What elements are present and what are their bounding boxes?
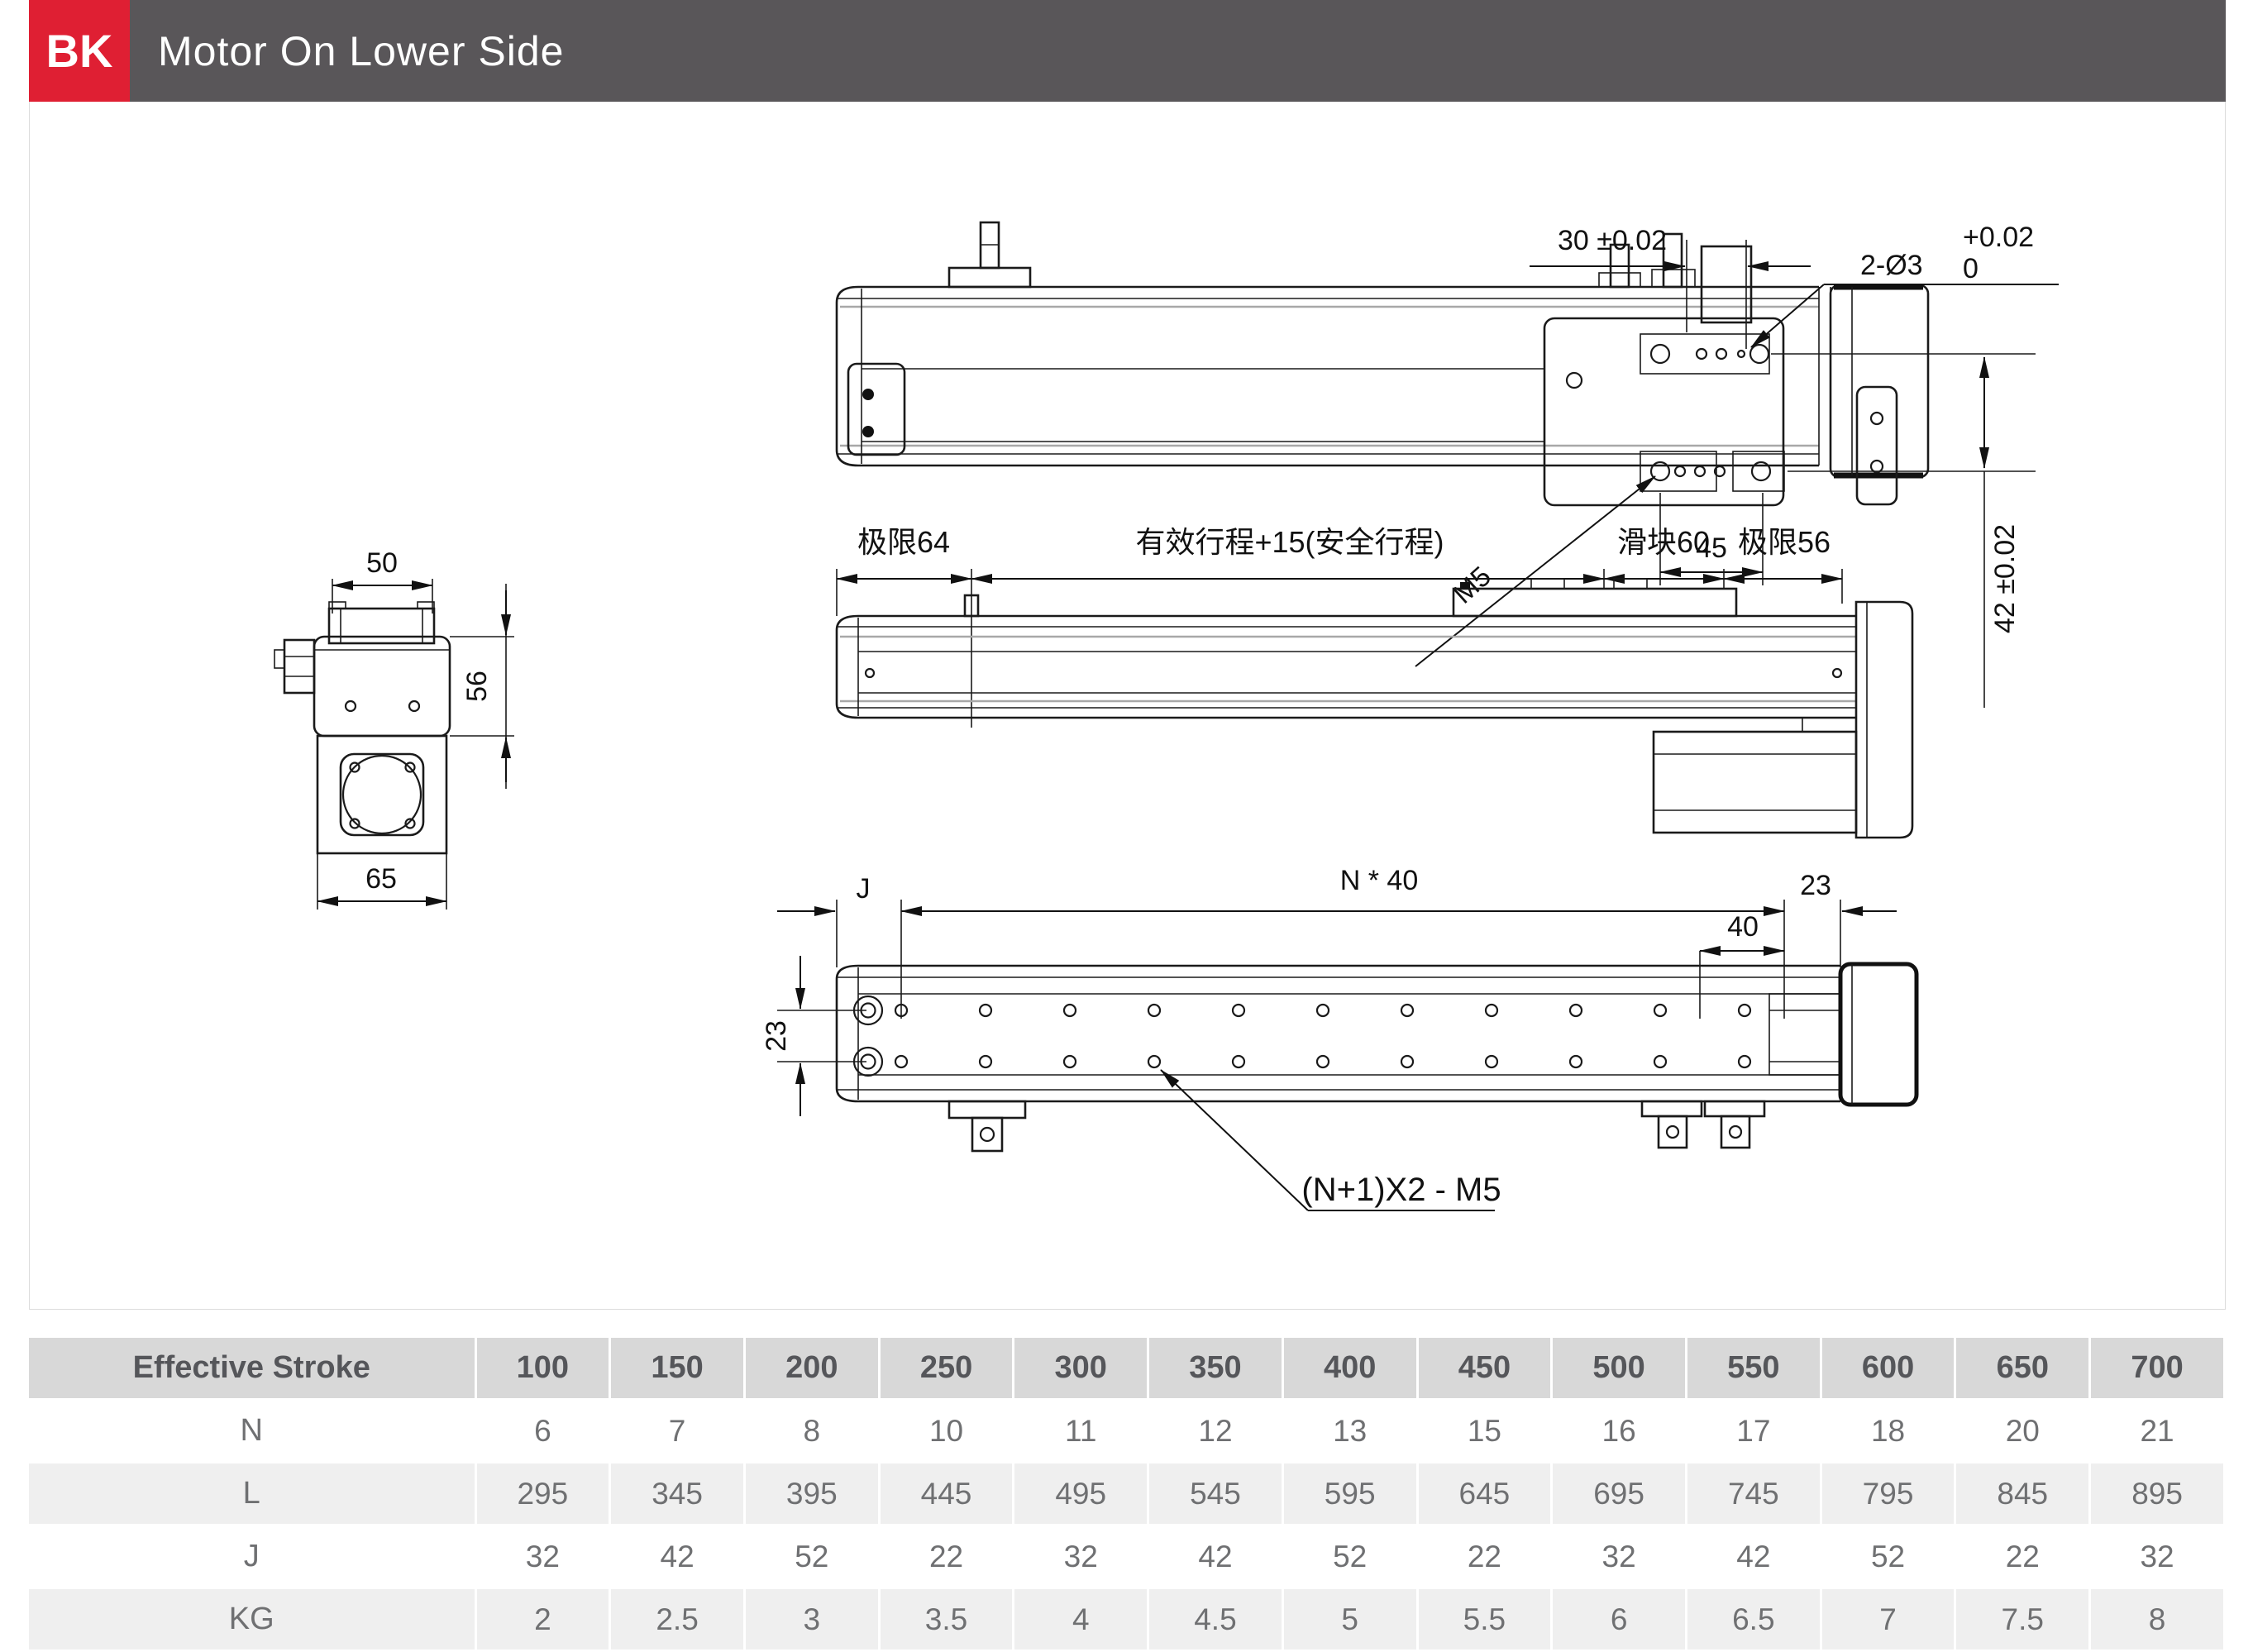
cell-L-450: 645 <box>1417 1463 1552 1525</box>
cell-KG-200: 3 <box>744 1588 879 1651</box>
row-label-J: J <box>29 1525 475 1588</box>
col-header-stroke-350: 350 <box>1148 1338 1283 1400</box>
table-row-L: L295345395445495545595645695745795845895 <box>29 1463 2225 1525</box>
cell-J-450: 22 <box>1417 1525 1552 1588</box>
cell-KG-600: 7 <box>1821 1588 1955 1651</box>
col-header-stroke-250: 250 <box>879 1338 1014 1400</box>
cell-KG-500: 6 <box>1552 1588 1687 1651</box>
cell-L-300: 495 <box>1014 1463 1148 1525</box>
row-label-N: N <box>29 1400 475 1463</box>
cell-KG-550: 6.5 <box>1686 1588 1821 1651</box>
row-label-L: L <box>29 1463 475 1525</box>
cell-J-550: 42 <box>1686 1525 1821 1588</box>
cell-J-250: 22 <box>879 1525 1014 1588</box>
cell-KG-350: 4.5 <box>1148 1588 1283 1651</box>
cell-L-150: 345 <box>610 1463 745 1525</box>
cell-J-500: 32 <box>1552 1525 1687 1588</box>
col-header-stroke-550: 550 <box>1686 1338 1821 1400</box>
col-header-stroke-700: 700 <box>2090 1338 2225 1400</box>
cell-N-650: 20 <box>1955 1400 2090 1463</box>
cell-N-250: 10 <box>879 1400 1014 1463</box>
col-header-stroke-650: 650 <box>1955 1338 2090 1400</box>
cell-L-700: 895 <box>2090 1463 2225 1525</box>
cell-KG-250: 3.5 <box>879 1588 1014 1651</box>
cell-N-700: 21 <box>2090 1400 2225 1463</box>
cell-L-100: 295 <box>475 1463 610 1525</box>
cell-N-200: 8 <box>744 1400 879 1463</box>
cell-KG-150: 2.5 <box>610 1588 745 1651</box>
col-header-effective-stroke: Effective Stroke <box>29 1338 475 1400</box>
row-label-KG: KG <box>29 1588 475 1651</box>
series-badge: BK <box>29 0 130 102</box>
col-header-stroke-450: 450 <box>1417 1338 1552 1400</box>
cell-J-650: 22 <box>1955 1525 2090 1588</box>
page-title: Motor On Lower Side <box>130 0 564 102</box>
cell-N-500: 16 <box>1552 1400 1687 1463</box>
cell-N-350: 12 <box>1148 1400 1283 1463</box>
cell-L-400: 595 <box>1282 1463 1417 1525</box>
col-header-stroke-100: 100 <box>475 1338 610 1400</box>
cell-KG-300: 4 <box>1014 1588 1148 1651</box>
cell-L-600: 795 <box>1821 1463 1955 1525</box>
cell-KG-700: 8 <box>2090 1588 2225 1651</box>
cell-N-550: 17 <box>1686 1400 1821 1463</box>
cell-KG-450: 5.5 <box>1417 1588 1552 1651</box>
cell-J-600: 52 <box>1821 1525 1955 1588</box>
cell-KG-650: 7.5 <box>1955 1588 2090 1651</box>
cell-L-350: 545 <box>1148 1463 1283 1525</box>
col-header-stroke-400: 400 <box>1282 1338 1417 1400</box>
table-row-J: J32425222324252223242522232 <box>29 1525 2225 1588</box>
cell-N-600: 18 <box>1821 1400 1955 1463</box>
cell-N-100: 6 <box>475 1400 610 1463</box>
cell-N-400: 13 <box>1282 1400 1417 1463</box>
cell-N-450: 15 <box>1417 1400 1552 1463</box>
cell-J-350: 42 <box>1148 1525 1283 1588</box>
drawing-panel <box>29 102 2226 1310</box>
cell-J-400: 52 <box>1282 1525 1417 1588</box>
page-header: BK Motor On Lower Side <box>29 0 2226 102</box>
cell-J-300: 32 <box>1014 1525 1148 1588</box>
cell-J-700: 32 <box>2090 1525 2225 1588</box>
table-row-N: N67810111213151617182021 <box>29 1400 2225 1463</box>
cell-J-150: 42 <box>610 1525 745 1588</box>
cell-L-650: 845 <box>1955 1463 2090 1525</box>
spec-table: Effective Stroke100150200250300350400450… <box>29 1338 2226 1652</box>
cell-J-100: 32 <box>475 1525 610 1588</box>
cell-L-250: 445 <box>879 1463 1014 1525</box>
col-header-stroke-200: 200 <box>744 1338 879 1400</box>
cell-KG-400: 5 <box>1282 1588 1417 1651</box>
cell-J-200: 52 <box>744 1525 879 1588</box>
col-header-stroke-300: 300 <box>1014 1338 1148 1400</box>
spec-table-header: Effective Stroke100150200250300350400450… <box>29 1338 2225 1400</box>
cell-N-150: 7 <box>610 1400 745 1463</box>
col-header-stroke-600: 600 <box>1821 1338 1955 1400</box>
cell-KG-100: 2 <box>475 1588 610 1651</box>
table-row-KG: KG22.533.544.555.566.577.58 <box>29 1588 2225 1651</box>
cell-L-200: 395 <box>744 1463 879 1525</box>
col-header-stroke-150: 150 <box>610 1338 745 1400</box>
cell-N-300: 11 <box>1014 1400 1148 1463</box>
spec-table-body: N67810111213151617182021L295345395445495… <box>29 1400 2225 1651</box>
cell-L-500: 695 <box>1552 1463 1687 1525</box>
cell-L-550: 745 <box>1686 1463 1821 1525</box>
col-header-stroke-500: 500 <box>1552 1338 1687 1400</box>
